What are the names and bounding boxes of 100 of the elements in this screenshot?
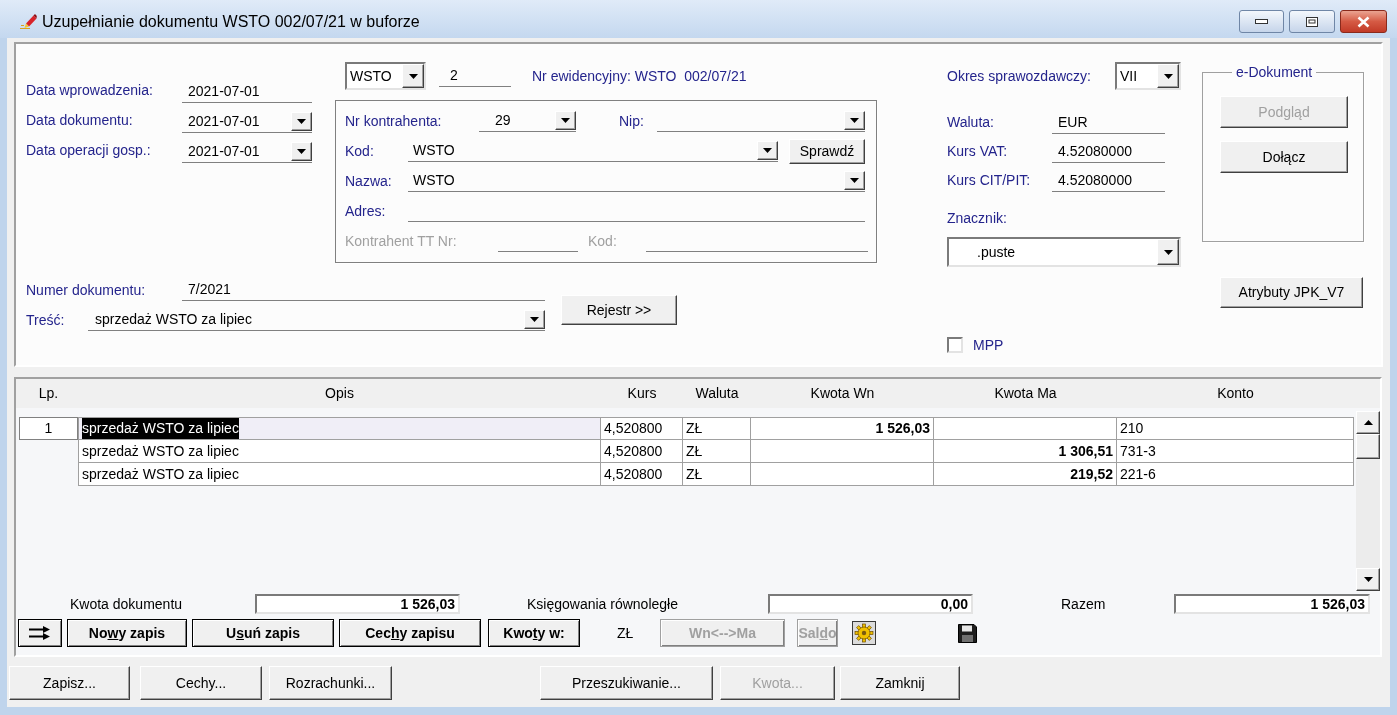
gear-icon[interactable]	[852, 621, 876, 645]
caret-down-icon	[1363, 577, 1373, 582]
minimize-button[interactable]	[1239, 10, 1284, 33]
field-label: Znacznik:	[947, 208, 1007, 228]
text-field[interactable]: 4.52080000	[1052, 169, 1165, 192]
table-cell: sprzedaż WSTO za lipiec	[78, 440, 601, 463]
date-field[interactable]: 2021-07-01	[182, 81, 312, 103]
nip-dropdown[interactable]	[657, 110, 865, 132]
field-label: Nazwa:	[345, 171, 393, 191]
currency-label: ZŁ	[617, 623, 635, 643]
number-field[interactable]: 2	[439, 65, 511, 87]
scrollbar-thumb[interactable]	[1356, 434, 1380, 459]
attributes-button[interactable]: Atrybuty JPK_V7	[1220, 277, 1363, 308]
dropdown-button[interactable]	[1157, 239, 1179, 265]
row-number: 1	[19, 417, 78, 440]
action-button[interactable]: Cechy...	[140, 666, 262, 700]
field-label: Numer dokumentu:	[26, 280, 147, 300]
maximize-button[interactable]	[1289, 10, 1335, 33]
column-header: Kurs	[626, 384, 658, 403]
action-button[interactable]: Zapisz...	[9, 666, 130, 700]
table-cell: ZŁ	[683, 463, 751, 486]
table-cell: ZŁ	[683, 417, 751, 440]
field-label: Treść:	[26, 310, 66, 330]
action-button[interactable]: Przeszukiwanie...	[540, 666, 713, 700]
total-label: Księgowania równoległe	[527, 594, 679, 614]
date-dropdown[interactable]: 2021-07-01	[182, 141, 312, 163]
dropdown-button[interactable]	[555, 111, 576, 130]
dropdown-button[interactable]	[1157, 64, 1179, 88]
total-field: 1 526,03	[1174, 594, 1370, 614]
column-header: Kwota Wn	[809, 384, 876, 403]
name-dropdown[interactable]: WSTO	[408, 170, 865, 192]
text-field[interactable]: 4.52080000	[1052, 140, 1165, 163]
field-label: Kod:	[588, 231, 618, 251]
double-arrow-icon	[29, 626, 51, 640]
check-button[interactable]: Sprawdź	[789, 138, 865, 164]
number-dropdown[interactable]: 29	[479, 110, 576, 132]
text-field[interactable]: 7/2021	[182, 279, 545, 301]
dropdown-button[interactable]	[402, 64, 424, 88]
document-button[interactable]: Dołącz	[1220, 141, 1348, 173]
dropdown-button[interactable]	[291, 112, 312, 131]
field-label: Kod:	[345, 141, 375, 161]
caret-down-icon	[297, 149, 306, 154]
table-cell: 4,520800	[601, 463, 683, 486]
scroll-down-button[interactable]	[1356, 568, 1380, 591]
field-label: Okres sprawozdawczy:	[947, 66, 1092, 86]
caret-down-icon	[850, 118, 859, 123]
register-button[interactable]: Rejestr >>	[561, 295, 677, 325]
column-header: Konto	[1216, 384, 1255, 403]
caret-up-icon	[1363, 420, 1373, 425]
field-label: Kurs CIT/PIT:	[947, 171, 1032, 190]
caret-down-icon	[763, 148, 772, 153]
caret-down-icon	[530, 317, 539, 322]
caret-down-icon	[408, 73, 418, 79]
save-icon[interactable]	[958, 623, 977, 643]
double-arrow-button[interactable]	[18, 619, 62, 647]
total-field: 1 526,03	[255, 594, 460, 614]
table-cell: sprzedaż WSTO za lipiec	[78, 463, 601, 486]
maximize-icon	[1306, 16, 1318, 27]
total-field: 0,00	[768, 594, 973, 614]
dropdown-button[interactable]	[291, 142, 312, 161]
action-button[interactable]: Zamknij	[840, 666, 960, 700]
code-dropdown[interactable]: WSTO	[408, 140, 778, 162]
period-dropdown[interactable]: VII	[1115, 62, 1181, 90]
toolbar-button[interactable]: Nowy zapis	[67, 619, 187, 647]
column-header: Kwota Ma	[993, 384, 1058, 403]
column-header: Opis	[324, 384, 355, 403]
total-label: Razem	[1061, 594, 1107, 614]
date-dropdown[interactable]: 2021-07-01	[182, 111, 312, 133]
journal-dropdown[interactable]: WSTO	[345, 62, 426, 90]
table-cell: 210	[1117, 417, 1354, 440]
table-cell: 1 306,51	[934, 440, 1117, 463]
field-label: Data operacji gosp.:	[26, 140, 152, 160]
field-label: Waluta:	[947, 113, 995, 132]
close-button[interactable]	[1340, 10, 1387, 33]
text-field[interactable]: EUR	[1052, 111, 1165, 134]
registry-number: Nr ewidencyjny: WSTO 002/07/21	[532, 66, 747, 86]
toolbar-button[interactable]: Cechy zapisu	[339, 619, 481, 647]
field-label: MPP	[973, 335, 1004, 355]
action-button[interactable]: Rozrachunki...	[269, 666, 392, 700]
field-label: Kontrahent TT Nr:	[345, 231, 458, 251]
caret-down-icon	[1163, 73, 1173, 79]
content-dropdown[interactable]: sprzedaż WSTO za lipiec	[88, 309, 545, 331]
caret-down-icon	[561, 118, 570, 123]
group-title: e-Dokument	[1235, 63, 1314, 82]
dropdown-button[interactable]	[844, 171, 865, 190]
toolbar-button[interactable]: Kwoty w:	[488, 619, 580, 647]
table-cell: 219,52	[934, 463, 1117, 486]
field-label: Kurs VAT:	[947, 142, 1009, 161]
tag-dropdown[interactable]: .puste	[947, 237, 1181, 267]
caret-down-icon	[297, 119, 306, 124]
dropdown-button[interactable]	[757, 141, 778, 160]
dropdown-button[interactable]	[524, 310, 545, 329]
close-icon	[1357, 15, 1370, 28]
checkbox[interactable]	[947, 337, 963, 353]
table-cell: ZŁ	[683, 440, 751, 463]
table-cell: 1 526,03	[751, 417, 934, 440]
scroll-up-button[interactable]	[1356, 411, 1380, 434]
toolbar-button[interactable]: Usuń zapis	[192, 619, 334, 647]
dropdown-button[interactable]	[844, 111, 865, 130]
minimize-icon	[1255, 19, 1268, 24]
